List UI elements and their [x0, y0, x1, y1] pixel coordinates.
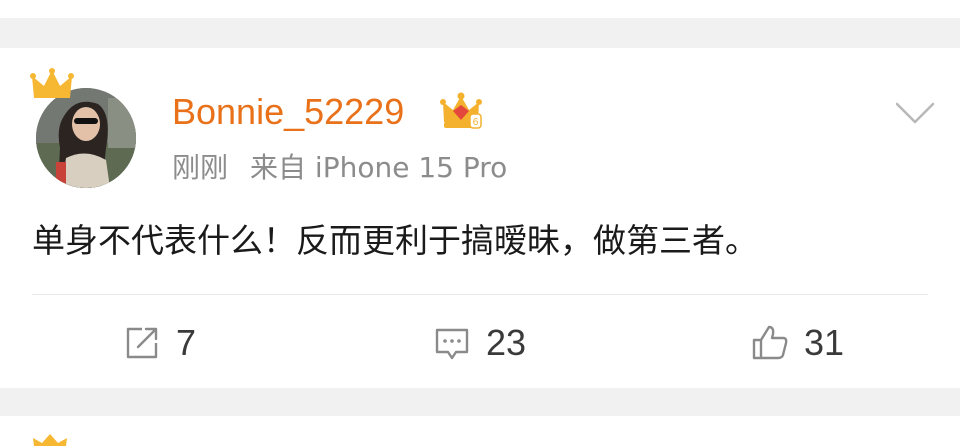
chevron-down-icon[interactable] — [894, 100, 936, 126]
next-post-card — [0, 416, 960, 446]
post-meta: 刚刚 来自 iPhone 15 Pro — [172, 150, 507, 186]
post-source: 来自 iPhone 15 Pro — [250, 151, 508, 184]
repost-count: 7 — [176, 322, 197, 363]
like-count: 31 — [804, 322, 845, 363]
post-text: 单身不代表什么！反而更利于搞暧昧，做第三者。 — [32, 221, 758, 260]
divider — [32, 294, 928, 295]
comment-button[interactable]: 23 — [432, 318, 526, 368]
previous-card-bottom — [0, 0, 960, 18]
comment-count: 23 — [486, 322, 527, 363]
svg-text:6: 6 — [473, 117, 479, 128]
action-bar: 7 23 31 — [0, 318, 960, 368]
vip-crown-badge-icon[interactable]: 6 — [440, 92, 482, 132]
crown-icon — [33, 434, 67, 446]
avatar-container[interactable] — [28, 68, 140, 188]
post-time: 刚刚 — [172, 151, 229, 184]
crown-icon — [30, 68, 74, 98]
thumbs-up-icon — [752, 325, 788, 360]
repost-button[interactable]: 7 — [122, 318, 196, 368]
like-button[interactable]: 31 — [750, 318, 844, 368]
comment-icon — [435, 328, 469, 360]
post-card: Bonnie_52229 6 刚刚 来自 iPhone 15 Pro 单身不代表什… — [0, 48, 960, 388]
username[interactable]: Bonnie_52229 — [172, 90, 404, 134]
repost-icon — [126, 327, 158, 359]
